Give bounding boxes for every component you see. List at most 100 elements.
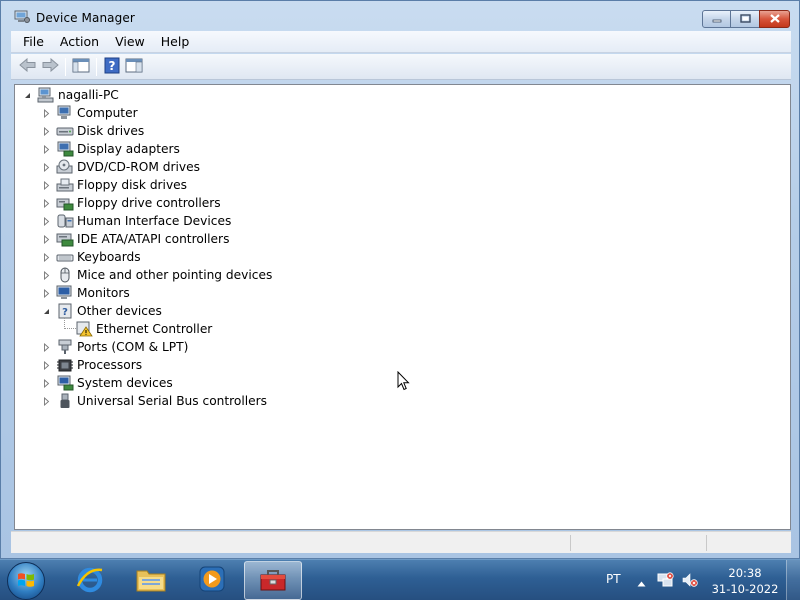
back-button[interactable]	[17, 57, 39, 77]
status-pane-main	[11, 535, 571, 551]
show-desktop-button[interactable]	[786, 560, 800, 600]
hid-icon	[56, 213, 74, 229]
show-hidden-icons-arrow[interactable]	[637, 576, 646, 590]
forward-button[interactable]	[39, 57, 61, 77]
minimize-icon	[712, 12, 722, 26]
network-error-icon[interactable]	[657, 572, 675, 588]
collapse-icon[interactable]	[23, 91, 32, 100]
tree-connector-line	[64, 318, 76, 329]
taskbar-device-manager[interactable]	[244, 561, 302, 600]
menu-action[interactable]: Action	[52, 34, 107, 49]
ide-controller-icon	[56, 231, 74, 247]
expand-icon[interactable]	[42, 108, 51, 118]
toolbar: ?	[11, 54, 791, 80]
unknown-device-icon: ?	[56, 303, 74, 319]
usb-icon	[56, 393, 74, 409]
menu-view[interactable]: View	[107, 34, 153, 49]
expand-icon[interactable]	[42, 288, 51, 298]
status-bar	[11, 531, 791, 553]
clock-date: 31-10-2022	[711, 582, 779, 596]
tree-item[interactable]: Floppy disk drives	[42, 176, 187, 194]
tree-item[interactable]: Human Interface Devices	[42, 212, 231, 230]
expand-icon[interactable]	[42, 198, 51, 208]
internet-explorer-icon	[75, 564, 105, 597]
expand-icon[interactable]	[42, 234, 51, 244]
tree-item[interactable]: Mice and other pointing devices	[42, 266, 272, 284]
tree-item-label: Disk drives	[77, 124, 145, 138]
mouse-icon	[56, 267, 74, 283]
volume-muted-icon[interactable]	[681, 572, 699, 588]
taskbar: PT 20:38 31-10-2022	[0, 559, 800, 600]
tree-item[interactable]: IDE ATA/ATAPI controllers	[42, 230, 229, 248]
tree-root[interactable]: nagalli-PC	[23, 86, 119, 104]
tree-item-label: Floppy disk drives	[77, 178, 188, 192]
expand-icon[interactable]	[42, 378, 51, 388]
collapse-icon[interactable]	[42, 307, 51, 316]
menu-file[interactable]: File	[15, 34, 52, 49]
show-action-pane-icon	[125, 58, 143, 76]
start-button[interactable]	[7, 562, 45, 600]
toolbox-icon	[258, 565, 288, 596]
tree-item[interactable]: Floppy drive controllers	[42, 194, 221, 212]
expand-icon[interactable]	[42, 342, 51, 352]
tree-item-label: Display adapters	[77, 142, 180, 156]
tree-item[interactable]: Ethernet Controller	[61, 320, 212, 338]
show-hide-console-tree-icon	[72, 58, 90, 76]
show-action-pane-button[interactable]	[123, 57, 145, 77]
device-tree[interactable]: nagalli-PC Computer Disk drives Display ad…	[14, 84, 791, 530]
minimize-button[interactable]	[702, 10, 731, 28]
expand-icon[interactable]	[42, 396, 51, 406]
tree-item[interactable]: ? Other devices	[42, 302, 162, 320]
tree-item[interactable]: DVD/CD-ROM drives	[42, 158, 200, 176]
menu-bar: File Action View Help	[11, 31, 791, 53]
menu-help[interactable]: Help	[153, 34, 198, 49]
taskbar-media-player[interactable]	[183, 561, 241, 600]
expand-icon[interactable]	[42, 360, 51, 370]
disk-drive-icon	[56, 123, 74, 139]
expand-icon[interactable]	[42, 270, 51, 280]
help-icon: ?	[104, 57, 120, 77]
computer-network-icon	[37, 87, 55, 103]
help-button[interactable]: ?	[101, 57, 123, 77]
tree-item[interactable]: Ports (COM & LPT)	[42, 338, 188, 356]
port-icon	[56, 339, 74, 355]
tree-item-label: Universal Serial Bus controllers	[77, 394, 267, 408]
expand-icon[interactable]	[42, 252, 51, 262]
expand-icon[interactable]	[42, 216, 51, 226]
close-button[interactable]	[759, 10, 790, 28]
tree-item-label: Human Interface Devices	[77, 214, 232, 228]
tree-item[interactable]: Computer	[42, 104, 138, 122]
warning-device-icon	[75, 321, 93, 337]
tree-item-label: Ethernet Controller	[96, 322, 213, 336]
tree-item-label: Processors	[77, 358, 143, 372]
tree-root-label: nagalli-PC	[58, 88, 119, 102]
show-hide-console-tree-button[interactable]	[70, 57, 92, 77]
maximize-button[interactable]	[730, 10, 760, 28]
expand-icon[interactable]	[42, 180, 51, 190]
tree-item[interactable]: Processors	[42, 356, 142, 374]
tree-item[interactable]: Disk drives	[42, 122, 144, 140]
clock[interactable]: 20:38 31-10-2022	[708, 565, 782, 597]
expand-icon[interactable]	[42, 162, 51, 172]
processor-icon	[56, 357, 74, 373]
tree-item[interactable]: Display adapters	[42, 140, 180, 158]
tree-item-label: System devices	[77, 376, 173, 390]
tree-item-label: Floppy drive controllers	[77, 196, 221, 210]
tree-item[interactable]: Keyboards	[42, 248, 141, 266]
tree-item[interactable]: System devices	[42, 374, 173, 392]
forward-arrow-icon	[41, 57, 59, 75]
tree-item[interactable]: Monitors	[42, 284, 130, 302]
taskbar-windows-explorer[interactable]	[122, 561, 180, 600]
caption-buttons	[702, 10, 790, 28]
system-device-icon	[56, 375, 74, 391]
computer-icon	[56, 105, 74, 121]
display-adapter-icon	[56, 141, 74, 157]
tree-item[interactable]: Universal Serial Bus controllers	[42, 392, 267, 410]
window-title: Device Manager	[36, 11, 135, 25]
expand-icon[interactable]	[42, 144, 51, 154]
tree-item-label: Keyboards	[77, 250, 141, 264]
taskbar-internet-explorer[interactable]	[61, 561, 119, 600]
title-bar[interactable]: Device Manager	[1, 1, 799, 32]
expand-icon[interactable]	[42, 126, 51, 136]
language-indicator[interactable]: PT	[606, 572, 621, 586]
